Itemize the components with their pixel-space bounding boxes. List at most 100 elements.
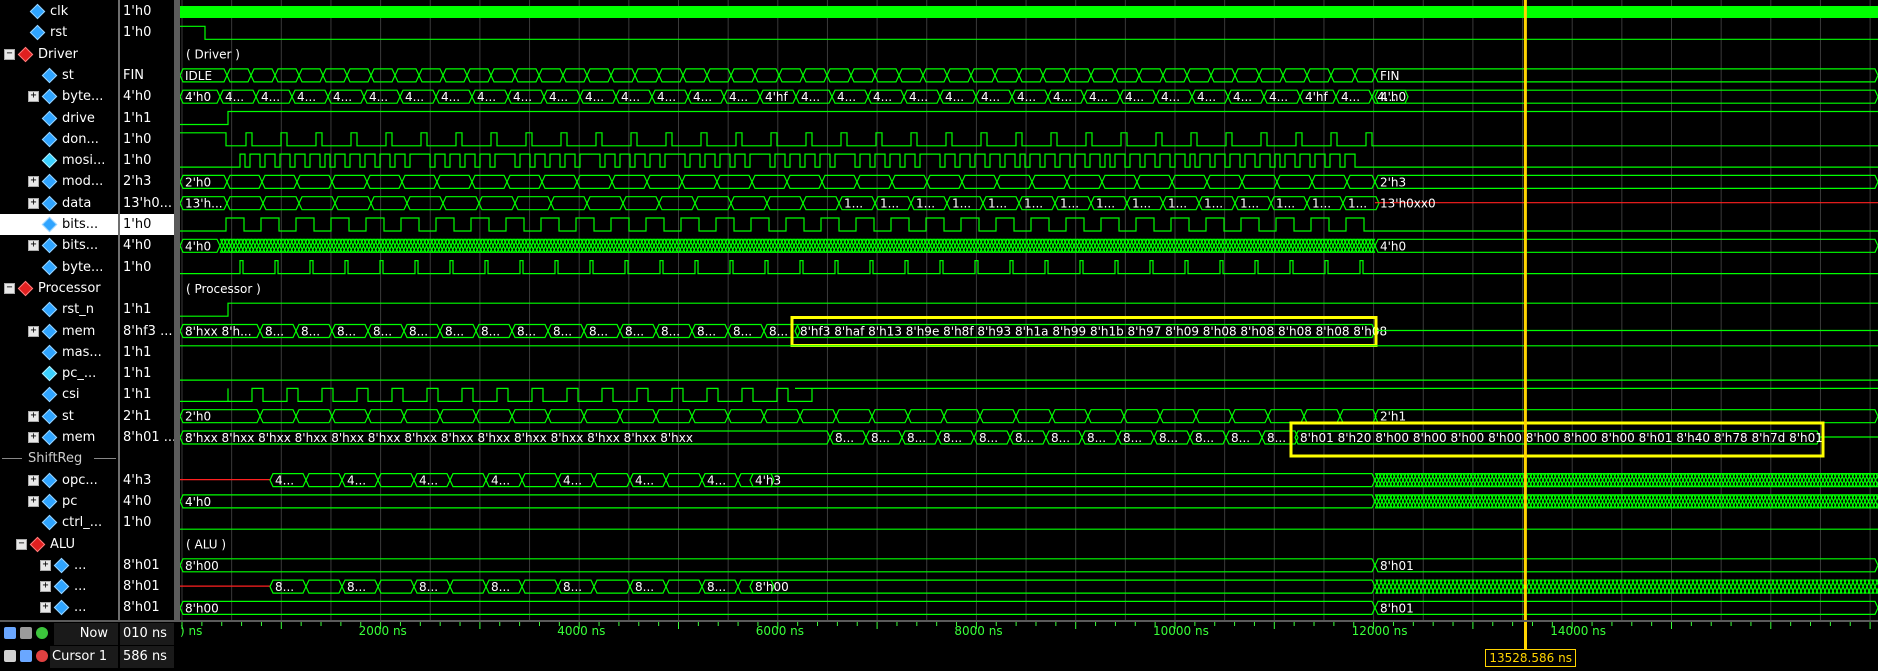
driver-bits-segment (1375, 239, 1878, 252)
signal-row-alu-c[interactable]: +... (0, 597, 118, 618)
sr-opcode-label: 4... (707, 474, 726, 488)
driver-st-segment (1375, 69, 1878, 82)
driver-mode-segment (577, 175, 612, 188)
expand-icon[interactable]: + (40, 560, 51, 571)
driver-bits-label: 4'h0 (185, 239, 211, 253)
collapse-icon[interactable]: − (4, 49, 15, 60)
signal-name: mod... (62, 171, 103, 192)
signal-row-driver-data[interactable]: +data (0, 193, 118, 214)
driver-mode-segment (227, 175, 262, 188)
driver-mode-segment (647, 175, 682, 188)
proc-mem-label: 8... (265, 325, 284, 339)
time-footer: Now 010 ns Cursor 1 586 ns ) ns2000 ns40… (0, 620, 1878, 669)
signal-row-sr-opcode[interactable]: +opc... (0, 470, 118, 491)
delete-cursor-icon[interactable] (36, 650, 48, 662)
signal-row-driver-bits1[interactable]: bits... (0, 214, 118, 235)
signal-row-proc-pc[interactable]: pc_... (0, 363, 118, 384)
driver-byte-label: 4... (549, 90, 568, 104)
signal-name: drive (62, 108, 95, 129)
expand-icon[interactable]: + (28, 198, 39, 209)
time-axis[interactable]: ) ns2000 ns4000 ns6000 ns8000 ns10000 ns… (180, 622, 1878, 667)
signal-row-alu-b[interactable]: +... (0, 576, 118, 597)
signal-row-processor[interactable]: −Processor (0, 278, 118, 299)
proc-mem-label: 8... (697, 325, 716, 339)
driver-data-label: 1... (1348, 197, 1367, 211)
proc-st-segment (1196, 410, 1232, 423)
collapse-icon[interactable]: − (4, 283, 15, 294)
signal-value (120, 448, 176, 469)
waveform-pane[interactable]: ( Driver )( Processor )( ALU )IDLEFIN4'h… (180, 0, 1878, 620)
signal-diamond-icon (42, 408, 58, 424)
expand-icon[interactable]: + (40, 581, 51, 592)
alu-b-label: 8... (635, 580, 654, 594)
signal-row-proc-mem2[interactable]: +mem (0, 427, 118, 448)
signal-row-sr-pc[interactable]: +pc (0, 491, 118, 512)
alu-a-label: 8'h00 (185, 559, 219, 573)
driver-byte-label: 4... (441, 90, 460, 104)
signal-row-proc-csi[interactable]: csi (0, 384, 118, 405)
driver-bits-label: 4'h0 (1380, 239, 1406, 253)
driver-st-segment (539, 69, 563, 82)
signal-row-driver-mosi[interactable]: mosi... (0, 150, 118, 171)
signal-row-driver-drive[interactable]: drive (0, 108, 118, 129)
driver-mode-segment (367, 175, 402, 188)
expand-icon[interactable]: + (28, 496, 39, 507)
display-icon[interactable] (20, 627, 32, 639)
signal-row-driver-st[interactable]: st (0, 65, 118, 86)
expand-icon[interactable]: + (28, 475, 39, 486)
collapse-icon[interactable]: − (16, 539, 27, 550)
expand-icon[interactable]: + (28, 240, 39, 251)
signal-value: 1'h1 (120, 342, 176, 363)
alu-b-segment (450, 580, 486, 593)
driver-data-label: 13'h... (185, 197, 223, 211)
signal-row-alu[interactable]: −ALU (0, 534, 118, 555)
signal-row-driver-byte2[interactable]: byte... (0, 257, 118, 278)
add-cursor-icon[interactable] (36, 627, 48, 639)
signal-row-driver-done[interactable]: don... (0, 129, 118, 150)
driver-st-segment (1235, 69, 1259, 82)
expand-icon[interactable]: + (40, 602, 51, 613)
waveform-canvas[interactable]: ( Driver )( Processor )( ALU )IDLEFIN4'h… (180, 0, 1878, 620)
signal-row-alu-a[interactable]: +... (0, 555, 118, 576)
signal-row-driver-mode[interactable]: + mod... (0, 171, 118, 192)
signal-name: mosi... (62, 150, 105, 171)
signal-row-proc-mem[interactable]: +mem (0, 321, 118, 342)
signal-row-proc-rst-n[interactable]: rst_n (0, 299, 118, 320)
driver-byte-label: 4... (945, 90, 964, 104)
driver-mode-segment (437, 175, 472, 188)
proc-st-segment (692, 410, 728, 423)
driver-mode-segment (542, 175, 577, 188)
signal-row-driver[interactable]: −Driver (0, 44, 118, 65)
proc-mem2-label: 8... (1015, 431, 1034, 445)
signal-row-rst[interactable]: rst (0, 22, 118, 43)
signal-row-driver-byte-cnt[interactable]: +byte... (0, 86, 118, 107)
zoom-icon[interactable] (4, 627, 16, 639)
group-diamond-icon (18, 46, 34, 62)
expand-icon[interactable]: + (28, 176, 39, 187)
lock-icon[interactable] (4, 650, 16, 662)
expand-icon[interactable]: + (28, 411, 39, 422)
signal-row-proc-st[interactable]: +st (0, 406, 118, 427)
alu-b-label: 8... (419, 580, 438, 594)
signal-row-shiftreg[interactable]: ShiftReg (0, 448, 118, 469)
edit-icon[interactable] (20, 650, 32, 662)
driver-st-segment (323, 69, 347, 82)
signal-row-driver-bits2[interactable]: +bits... (0, 235, 118, 256)
expand-icon[interactable]: + (28, 326, 39, 337)
expand-icon[interactable]: + (28, 91, 39, 102)
driver-byte-label: 4... (1269, 90, 1288, 104)
cursor-time-label[interactable]: 13528.586 ns (1485, 649, 1576, 667)
driver-data-segment (479, 197, 515, 210)
driver-byte-label: 4... (981, 90, 1000, 104)
driver-mode-segment (1277, 175, 1312, 188)
proc-st-segment (656, 410, 692, 423)
expand-icon[interactable]: + (28, 432, 39, 443)
signal-row-clk[interactable]: clk (0, 1, 118, 22)
driver-st-segment (563, 69, 587, 82)
signal-row-sr-ctrl[interactable]: ctrl_... (0, 512, 118, 533)
driver-mode-segment (262, 175, 297, 188)
signal-value: 2'h1 (120, 406, 176, 427)
driver-mode-segment (402, 175, 437, 188)
signal-diamond-icon (42, 494, 58, 510)
signal-row-proc-master[interactable]: mas... (0, 342, 118, 363)
